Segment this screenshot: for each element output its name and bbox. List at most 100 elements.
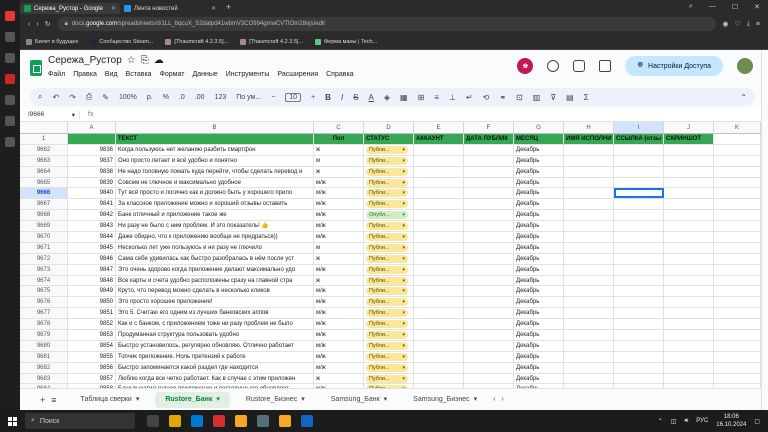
status-cell[interactable]: Публи... xyxy=(364,144,414,155)
table-cell[interactable] xyxy=(664,351,714,362)
table-cell[interactable] xyxy=(714,177,761,188)
table-cell[interactable] xyxy=(614,275,664,286)
table-cell[interactable] xyxy=(414,275,464,286)
menu-help[interactable]: Справка xyxy=(326,71,353,78)
instagram-icon[interactable] xyxy=(5,116,15,126)
reload-icon[interactable]: ↻ xyxy=(45,20,51,28)
browser-tab-sheets[interactable]: Сережа_Рустор - Google ✕ xyxy=(20,3,120,14)
table-cell[interactable]: м/ж xyxy=(314,308,364,319)
table-cell[interactable] xyxy=(664,253,714,264)
table-cell[interactable] xyxy=(664,297,714,308)
table-cell[interactable] xyxy=(464,188,514,199)
status-cell[interactable]: Публи... xyxy=(364,221,414,232)
align-icon[interactable]: ≡ xyxy=(434,93,439,102)
table-cell[interactable] xyxy=(664,264,714,275)
table-cell[interactable] xyxy=(414,177,464,188)
status-cell[interactable]: Публи... xyxy=(364,297,414,308)
menu-data[interactable]: Данные xyxy=(192,71,217,78)
menu-extensions[interactable]: Расширения xyxy=(277,71,318,78)
table-cell[interactable]: м/ж xyxy=(314,297,364,308)
table-cell[interactable]: Декабрь xyxy=(514,177,564,188)
table-cell[interactable] xyxy=(664,199,714,210)
paint-format-icon[interactable]: ✎ xyxy=(102,93,109,102)
table-cell[interactable] xyxy=(464,221,514,232)
table-cell[interactable] xyxy=(664,221,714,232)
row-number[interactable]: 9663 xyxy=(20,155,68,166)
table-cell[interactable] xyxy=(714,264,761,275)
filter-views-icon[interactable]: ▤ xyxy=(566,93,574,102)
table-cell[interactable]: Оно просто летает и всё удобно и понятно xyxy=(116,155,314,166)
table-cell[interactable]: 9855 xyxy=(68,351,116,362)
table-cell[interactable] xyxy=(664,242,714,253)
table-cell[interactable] xyxy=(664,319,714,330)
table-cell[interactable] xyxy=(564,144,614,155)
header-cell[interactable]: МЕСЯЦ xyxy=(514,134,564,144)
table-cell[interactable] xyxy=(414,144,464,155)
table-cell[interactable]: 9853 xyxy=(68,330,116,340)
table-cell[interactable]: 9852 xyxy=(68,319,116,330)
row-number[interactable]: 9672 xyxy=(20,253,68,264)
chart-icon[interactable]: ▥ xyxy=(533,93,541,102)
number-format-button[interactable]: 123 xyxy=(215,94,227,101)
status-cell[interactable]: Публи... xyxy=(364,330,414,340)
table-cell[interactable] xyxy=(414,297,464,308)
table-cell[interactable]: Декабрь xyxy=(514,275,564,286)
table-cell[interactable] xyxy=(414,308,464,319)
star-icon[interactable]: ☆ xyxy=(127,55,136,66)
table-cell[interactable]: Как и с банком, с приложением тоже ни ра… xyxy=(116,319,314,330)
status-cell[interactable]: Публи... xyxy=(364,264,414,275)
status-chip[interactable]: Публи... xyxy=(366,265,408,274)
sheet-tab[interactable]: Rustore_Бизнес ▾ xyxy=(236,392,315,408)
table-cell[interactable] xyxy=(614,166,664,177)
store-icon[interactable] xyxy=(191,415,203,427)
table-cell[interactable] xyxy=(464,264,514,275)
row-number[interactable]: 9677 xyxy=(20,308,68,319)
chevron-up-icon[interactable]: ⌃ xyxy=(658,418,663,425)
table-cell[interactable] xyxy=(564,155,614,166)
print-icon[interactable]: ⎙ xyxy=(86,92,92,102)
table-cell[interactable]: 9839 xyxy=(68,177,116,188)
table-cell[interactable] xyxy=(414,351,464,362)
table-cell[interactable]: м xyxy=(314,155,364,166)
table-cell[interactable] xyxy=(714,210,761,221)
status-cell[interactable]: Публи... xyxy=(364,275,414,286)
table-cell[interactable] xyxy=(414,340,464,351)
bookmark-item[interactable]: [Thaumcraft 4.2.3.5]... xyxy=(165,38,228,45)
table-cell[interactable] xyxy=(464,297,514,308)
menu-edit[interactable]: Правка xyxy=(73,71,97,78)
table-cell[interactable]: Быстро запоминается какой раздел где нах… xyxy=(116,362,314,373)
table-cell[interactable] xyxy=(614,351,664,362)
table-cell[interactable] xyxy=(714,373,761,384)
app-icon[interactable] xyxy=(257,415,269,427)
table-cell[interactable] xyxy=(464,253,514,264)
row-number[interactable]: 9680 xyxy=(20,340,68,351)
table-cell[interactable] xyxy=(614,221,664,232)
percent-format-button[interactable]: % xyxy=(163,94,169,101)
share-button[interactable]: 🌐︎ Настройки Доступа xyxy=(625,56,723,76)
table-cell[interactable] xyxy=(564,188,614,199)
table-cell[interactable] xyxy=(464,155,514,166)
table-cell[interactable] xyxy=(464,210,514,221)
table-cell[interactable] xyxy=(564,166,614,177)
table-cell[interactable]: Декабрь xyxy=(514,330,564,340)
opera-taskbar-icon[interactable] xyxy=(213,415,225,427)
table-cell[interactable]: Декабрь xyxy=(514,264,564,275)
table-cell[interactable]: м/ж xyxy=(314,330,364,340)
sheet-tab[interactable]: Samsung_Бизнес ▾ xyxy=(403,392,487,408)
header-cell[interactable]: ССЫЛКА (отзы xyxy=(614,134,664,144)
table-cell[interactable]: Когда пользуюсь нет желанию разбить смар… xyxy=(116,144,314,155)
row-number[interactable]: 9675 xyxy=(20,286,68,297)
table-cell[interactable] xyxy=(714,351,761,362)
notifications-icon[interactable]: ▢ xyxy=(754,418,760,425)
status-chip[interactable]: Публи... xyxy=(366,341,408,350)
table-cell[interactable]: Декабрь xyxy=(514,221,564,232)
status-cell[interactable]: Публи... xyxy=(364,166,414,177)
table-cell[interactable] xyxy=(564,275,614,286)
status-cell[interactable]: Публи... xyxy=(364,340,414,351)
table-cell[interactable] xyxy=(414,242,464,253)
table-cell[interactable]: 9840 xyxy=(68,188,116,199)
table-cell[interactable] xyxy=(664,330,714,340)
table-cell[interactable] xyxy=(614,264,664,275)
status-cell[interactable]: Публи... xyxy=(364,362,414,373)
table-cell[interactable] xyxy=(664,362,714,373)
